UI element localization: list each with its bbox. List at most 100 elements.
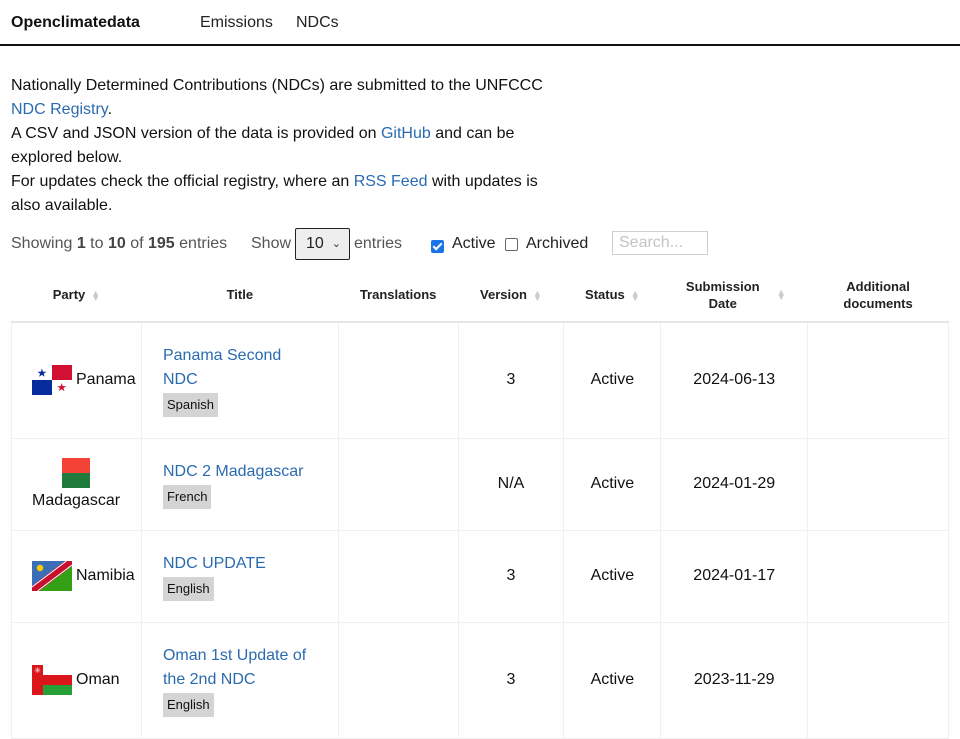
ndc-title-link[interactable]: NDC 2 Madagascar bbox=[163, 463, 304, 480]
info-prefix: Showing bbox=[11, 235, 77, 252]
table-info: Showing 1 to 10 of 195 entries bbox=[11, 235, 227, 253]
navbar: Openclimatedata Emissions NDCs bbox=[0, 0, 960, 46]
version-cell: 3 bbox=[457, 321, 565, 439]
translations-cell bbox=[337, 437, 459, 531]
ndc-title-link[interactable]: Panama Second NDC bbox=[163, 347, 281, 388]
namibia-flag-icon bbox=[32, 561, 72, 591]
status-cell: Active bbox=[563, 321, 662, 439]
column-header-version[interactable]: Version ▲ ▼ bbox=[458, 268, 564, 323]
panama-flag-icon bbox=[32, 365, 72, 396]
column-label: Translations bbox=[359, 287, 437, 302]
party-name: Oman bbox=[76, 671, 120, 689]
column-header-additional-documents: Additional documents bbox=[807, 268, 949, 323]
party-cell: Panama bbox=[11, 321, 142, 439]
title-cell: NDC UPDATE English bbox=[140, 529, 339, 623]
column-header-submission-date[interactable]: Submission Date ▲ ▼ bbox=[660, 268, 808, 323]
ndc-title-link[interactable]: Oman 1st Update of the 2nd NDC bbox=[163, 647, 306, 688]
table-row: Madagascar NDC 2 Madagascar French N/A A… bbox=[11, 437, 949, 531]
column-label: Status bbox=[585, 287, 625, 302]
language-badge: French bbox=[162, 484, 212, 509]
table-controls: Showing 1 to 10 of 195 entries Show 10 ⌄… bbox=[11, 228, 951, 260]
status-cell: Active bbox=[563, 437, 662, 531]
show-label: Show bbox=[251, 235, 292, 252]
translations-cell bbox=[337, 321, 459, 439]
party-name: Madagascar bbox=[32, 492, 121, 509]
column-label: Additional documents bbox=[843, 278, 913, 311]
title-cell: Panama Second NDC Spanish bbox=[140, 321, 339, 439]
party-cell: Madagascar bbox=[11, 437, 142, 531]
submission-date-cell: 2024-01-29 bbox=[660, 437, 809, 531]
column-label: Version bbox=[480, 287, 527, 302]
language-badge: English bbox=[162, 576, 214, 601]
title-cell: NDC 2 Madagascar French bbox=[140, 437, 339, 531]
sort-icon: ▲ ▼ bbox=[91, 287, 101, 303]
nav-link-emissions[interactable]: Emissions bbox=[200, 14, 273, 32]
column-label: Party bbox=[52, 287, 86, 302]
submission-date-cell: 2024-01-17 bbox=[660, 529, 809, 623]
info-to: to bbox=[85, 235, 108, 252]
nav-link-ndcs[interactable]: NDCs bbox=[296, 14, 339, 32]
additional-documents-cell bbox=[807, 529, 949, 623]
ndc-title-link[interactable]: NDC UPDATE bbox=[163, 555, 266, 572]
additional-documents-cell bbox=[807, 437, 949, 531]
oman-flag-icon: ✳ bbox=[32, 665, 72, 695]
additional-documents-cell bbox=[807, 321, 949, 439]
page-length-value: 10 bbox=[306, 235, 324, 252]
svg-text:✳: ✳ bbox=[34, 666, 41, 675]
party-name: Panama bbox=[76, 371, 136, 389]
language-badge: English bbox=[162, 692, 214, 717]
translations-cell bbox=[337, 621, 459, 739]
translations-cell bbox=[337, 529, 459, 623]
sort-icon: ▲ ▼ bbox=[776, 286, 786, 302]
party-stack: Madagascar bbox=[32, 458, 120, 510]
intro-line1-end: . bbox=[107, 101, 113, 118]
party-cell: Namibia bbox=[11, 529, 142, 623]
info-total: 195 bbox=[148, 235, 175, 252]
active-filter-checkbox[interactable] bbox=[431, 240, 444, 254]
archived-filter-checkbox[interactable] bbox=[505, 238, 518, 251]
active-filter-label[interactable]: Active bbox=[452, 235, 496, 253]
status-cell: Active bbox=[563, 621, 662, 739]
chevron-down-icon: ⌄ bbox=[331, 238, 341, 250]
info-start: 1 bbox=[76, 235, 86, 252]
intro-line1-text: Nationally Determined Contributions (NDC… bbox=[11, 77, 543, 94]
intro-line2-text: A CSV and JSON version of the data is pr… bbox=[11, 125, 381, 142]
language-badge: Spanish bbox=[162, 392, 218, 417]
title-cell: Oman 1st Update of the 2nd NDC English bbox=[140, 621, 339, 739]
column-label: Title bbox=[226, 287, 254, 302]
ndc-registry-link[interactable]: NDC Registry bbox=[11, 101, 108, 118]
status-cell: Active bbox=[563, 529, 662, 623]
table-row: Panama Panama Second NDC Spanish 3 Activ… bbox=[11, 321, 949, 439]
party-name: Namibia bbox=[76, 567, 135, 585]
column-header-status[interactable]: Status ▲ ▼ bbox=[563, 268, 661, 323]
brand-link[interactable]: Openclimatedata bbox=[11, 14, 140, 32]
info-end: 10 bbox=[107, 235, 126, 252]
version-cell: 3 bbox=[457, 621, 565, 739]
submission-date-cell: 2024-06-13 bbox=[660, 321, 809, 439]
info-suffix: entries bbox=[174, 235, 228, 252]
table-row: ✳ Oman Oman 1st Update of the 2nd NDC En… bbox=[11, 621, 949, 739]
search-input[interactable] bbox=[612, 231, 708, 255]
table-row: Namibia NDC UPDATE English 3 Active 2024… bbox=[11, 529, 949, 623]
rss-feed-link[interactable]: RSS Feed bbox=[354, 173, 428, 190]
sort-icon: ▲ ▼ bbox=[630, 287, 640, 303]
ndc-table: Party ▲ ▼ Title Translations Version ▲ ▼ Sta… bbox=[11, 268, 949, 739]
column-label: Submission Date bbox=[685, 278, 760, 311]
sort-icon: ▲ ▼ bbox=[533, 287, 542, 303]
submission-date-cell: 2023-11-29 bbox=[660, 621, 809, 739]
entries-label: entries bbox=[354, 235, 403, 252]
column-header-translations: Translations bbox=[338, 268, 459, 323]
version-cell: 3 bbox=[457, 529, 565, 623]
column-header-party[interactable]: Party ▲ ▼ bbox=[11, 268, 142, 323]
additional-documents-cell bbox=[807, 621, 949, 739]
party-cell: ✳ Oman bbox=[11, 621, 142, 739]
madagascar-flag-icon bbox=[62, 458, 90, 488]
column-header-title: Title bbox=[141, 268, 339, 323]
version-cell: N/A bbox=[457, 437, 565, 531]
intro-text: Nationally Determined Contributions (NDC… bbox=[11, 74, 556, 218]
page-length-select[interactable]: 10 ⌄ bbox=[295, 228, 350, 260]
table-header-row: Party ▲ ▼ Title Translations Version ▲ ▼ Sta… bbox=[11, 268, 949, 323]
info-of: of bbox=[125, 235, 148, 252]
github-link[interactable]: GitHub bbox=[381, 125, 431, 142]
archived-filter-label[interactable]: Archived bbox=[526, 235, 588, 253]
